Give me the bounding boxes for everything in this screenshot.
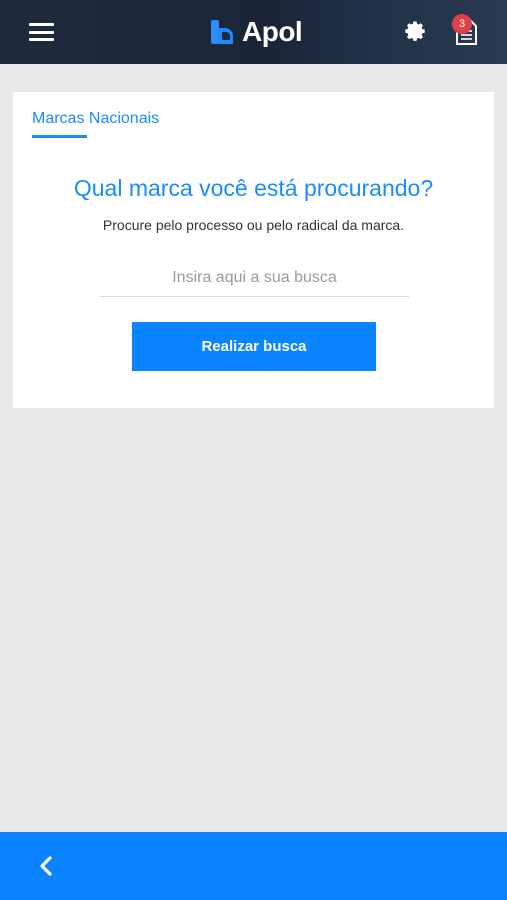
- gear-icon[interactable]: [404, 20, 428, 44]
- notification-badge[interactable]: 3: [452, 14, 472, 34]
- search-input[interactable]: [100, 260, 409, 297]
- bottom-bar: [0, 832, 507, 900]
- top-app-bar: Apol 3: [0, 0, 507, 64]
- app-brand: Apol: [210, 14, 303, 50]
- submit-search-button[interactable]: Realizar busca: [132, 322, 376, 371]
- search-card: Marcas Nacionais Qual marca você está pr…: [13, 92, 494, 408]
- menu-line: [29, 23, 54, 26]
- app-name: Apol: [242, 16, 303, 47]
- tab-marcas-nacionais[interactable]: Marcas Nacionais: [32, 110, 159, 128]
- menu-line: [29, 30, 54, 34]
- search-subheading: Procure pelo processo ou pelo radical da…: [102, 217, 405, 233]
- search-heading: Qual marca você está procurando?: [73, 175, 434, 201]
- chevron-left-icon[interactable]: [36, 854, 56, 878]
- apol-logo-icon: [211, 20, 233, 44]
- active-tab-indicator: [32, 135, 87, 138]
- menu-line: [29, 38, 54, 41]
- hamburger-menu-icon[interactable]: [29, 20, 54, 44]
